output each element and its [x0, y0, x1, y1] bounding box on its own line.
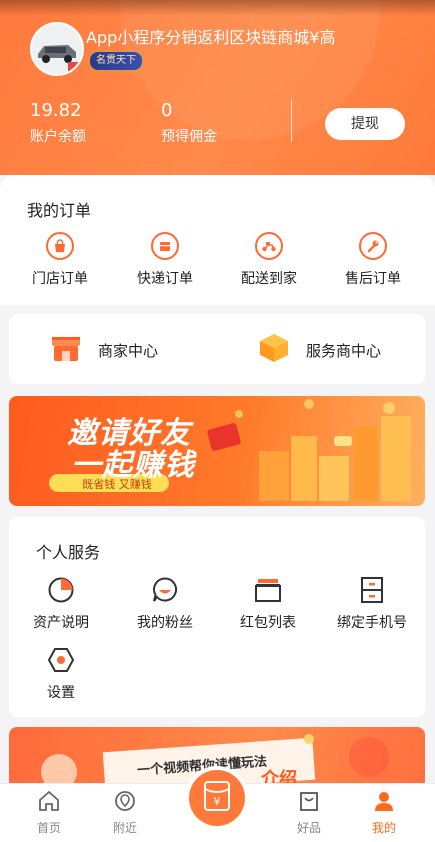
invite-friends-banner[interactable]: 邀请好友 一起赚钱 既省钱 又赚钱	[9, 396, 425, 506]
service-provider-center-button[interactable]: 服务商中心	[306, 340, 381, 361]
member-badge: 名贯天下	[89, 51, 143, 71]
order-item-express[interactable]: 快递订单	[125, 232, 205, 288]
order-item-aftersale[interactable]: 售后订单	[333, 232, 413, 288]
yuan-wallet-icon: ¥	[204, 781, 230, 815]
red-packet-icon	[253, 575, 283, 605]
account-balance-value: 19.82	[30, 100, 82, 121]
divider	[291, 99, 292, 142]
service-item-asset-info[interactable]: 资产说明	[11, 575, 111, 632]
tab-mine[interactable]: 我的	[354, 790, 414, 836]
tab-home[interactable]: 首页	[19, 790, 79, 836]
location-icon	[95, 790, 155, 816]
tab-nearby[interactable]: 附近	[95, 790, 155, 836]
shopping-bag-outline-icon	[279, 790, 339, 816]
order-item-store[interactable]: 门店订单	[20, 232, 100, 288]
withdraw-button[interactable]: 提现	[325, 108, 405, 140]
service-item-bind-phone[interactable]: 绑定手机号	[322, 575, 422, 632]
center-wallet-button[interactable]: ¥	[189, 770, 245, 826]
section-title: 个人服务	[36, 543, 101, 562]
tab-goods[interactable]: 好品	[279, 790, 339, 836]
cabinet-icon	[357, 575, 387, 605]
home-icon	[19, 790, 79, 816]
storefront-icon	[51, 334, 81, 366]
service-item-label: 红包列表	[240, 615, 296, 631]
account-balance-label: 账户余额	[30, 129, 86, 145]
box-3d-icon	[258, 332, 290, 368]
service-item-red-packets[interactable]: 红包列表	[218, 575, 318, 632]
tab-label: 首页	[36, 821, 61, 835]
shopping-bag-icon	[46, 232, 74, 260]
service-item-label: 资产说明	[33, 615, 89, 631]
personal-services-card: 个人服务 资产说明 我的粉丝 红包列表 绑定手机号 设置	[9, 517, 425, 717]
section-title: 我的订单	[27, 201, 92, 220]
scooter-icon	[255, 232, 283, 260]
tab-label: 我的	[371, 821, 396, 835]
my-orders-section: 我的订单 门店订单 快递订单 配送到家 售后订单	[0, 175, 435, 305]
smile-chat-icon	[150, 575, 180, 605]
tab-label: 好品	[296, 821, 321, 835]
centers-card: 商家中心 服务商中心	[9, 314, 425, 384]
order-item-label: 售后订单	[345, 271, 401, 287]
order-item-label: 门店订单	[32, 271, 88, 287]
service-item-fans[interactable]: 我的粉丝	[115, 575, 215, 632]
wrench-icon	[359, 232, 387, 260]
profile-header: App小程序分销返利区块链商城¥高 名贯天下 19.82 账户余额 0 预得佣金…	[0, 0, 435, 175]
user-icon	[354, 790, 414, 816]
expected-commission-label: 预得佣金	[161, 129, 217, 145]
username: App小程序分销返利区块链商城¥高	[86, 28, 336, 47]
svg-text:¥: ¥	[214, 795, 221, 808]
service-item-label: 绑定手机号	[337, 615, 407, 631]
service-item-label: 设置	[47, 685, 75, 701]
settings-hexagon-icon	[46, 645, 76, 675]
package-icon	[151, 232, 179, 260]
service-item-settings[interactable]: 设置	[11, 645, 111, 702]
banner-tag: 既省钱 又赚钱	[82, 478, 152, 491]
merchant-center-button[interactable]: 商家中心	[98, 340, 158, 361]
expected-commission-value: 0	[161, 100, 173, 121]
order-item-delivery[interactable]: 配送到家	[229, 232, 309, 288]
order-item-label: 快递订单	[137, 271, 193, 287]
order-item-label: 配送到家	[241, 271, 297, 287]
tab-label: 附近	[112, 821, 137, 835]
avatar[interactable]	[30, 22, 84, 76]
service-item-label: 我的粉丝	[137, 615, 193, 631]
pie-chart-icon	[46, 575, 76, 605]
